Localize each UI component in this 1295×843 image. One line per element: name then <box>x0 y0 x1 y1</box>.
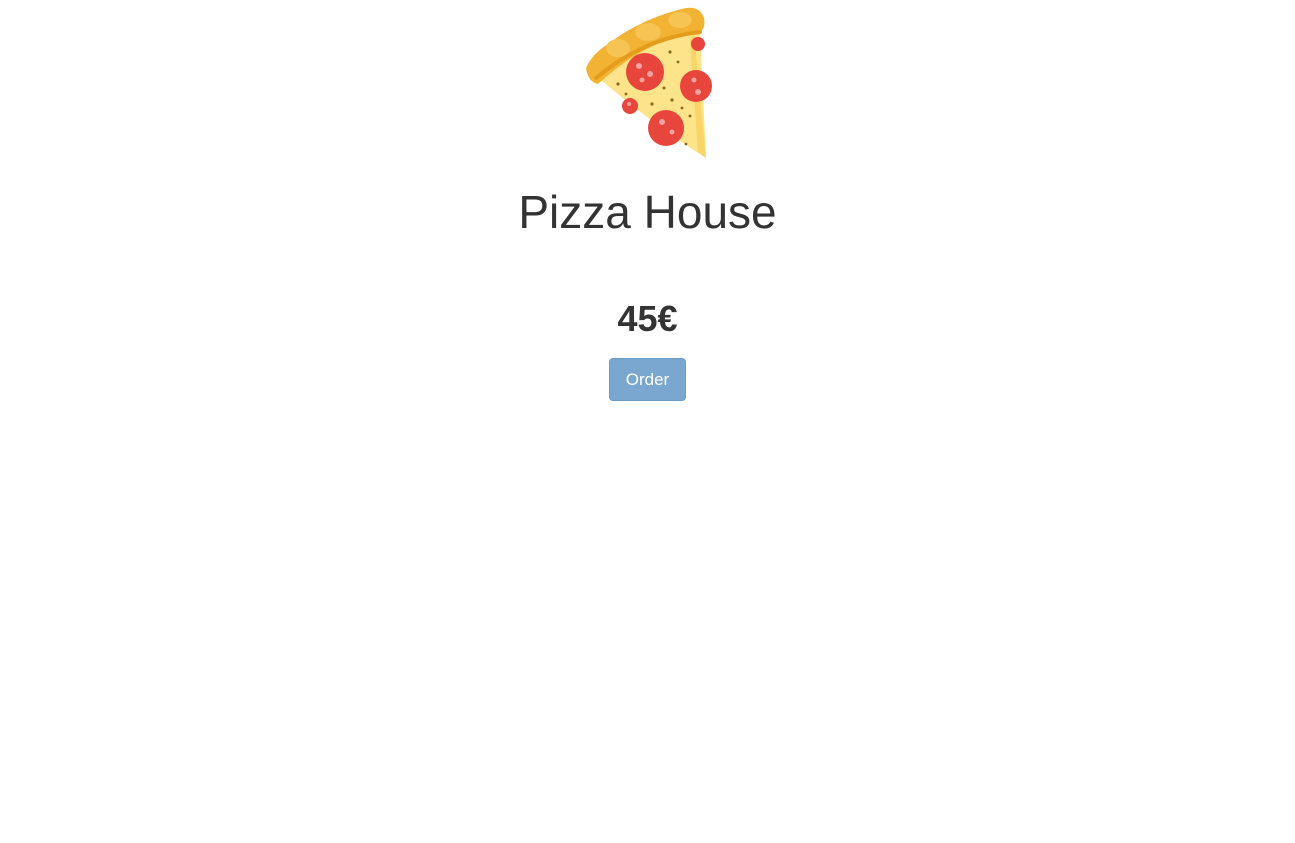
pizza-slice-icon <box>582 4 712 162</box>
product-price: 45€ <box>617 298 678 339</box>
order-button[interactable]: Order <box>609 358 686 401</box>
page-title: Pizza House <box>518 186 777 238</box>
page: Pizza House 45€ Order <box>0 0 1295 843</box>
